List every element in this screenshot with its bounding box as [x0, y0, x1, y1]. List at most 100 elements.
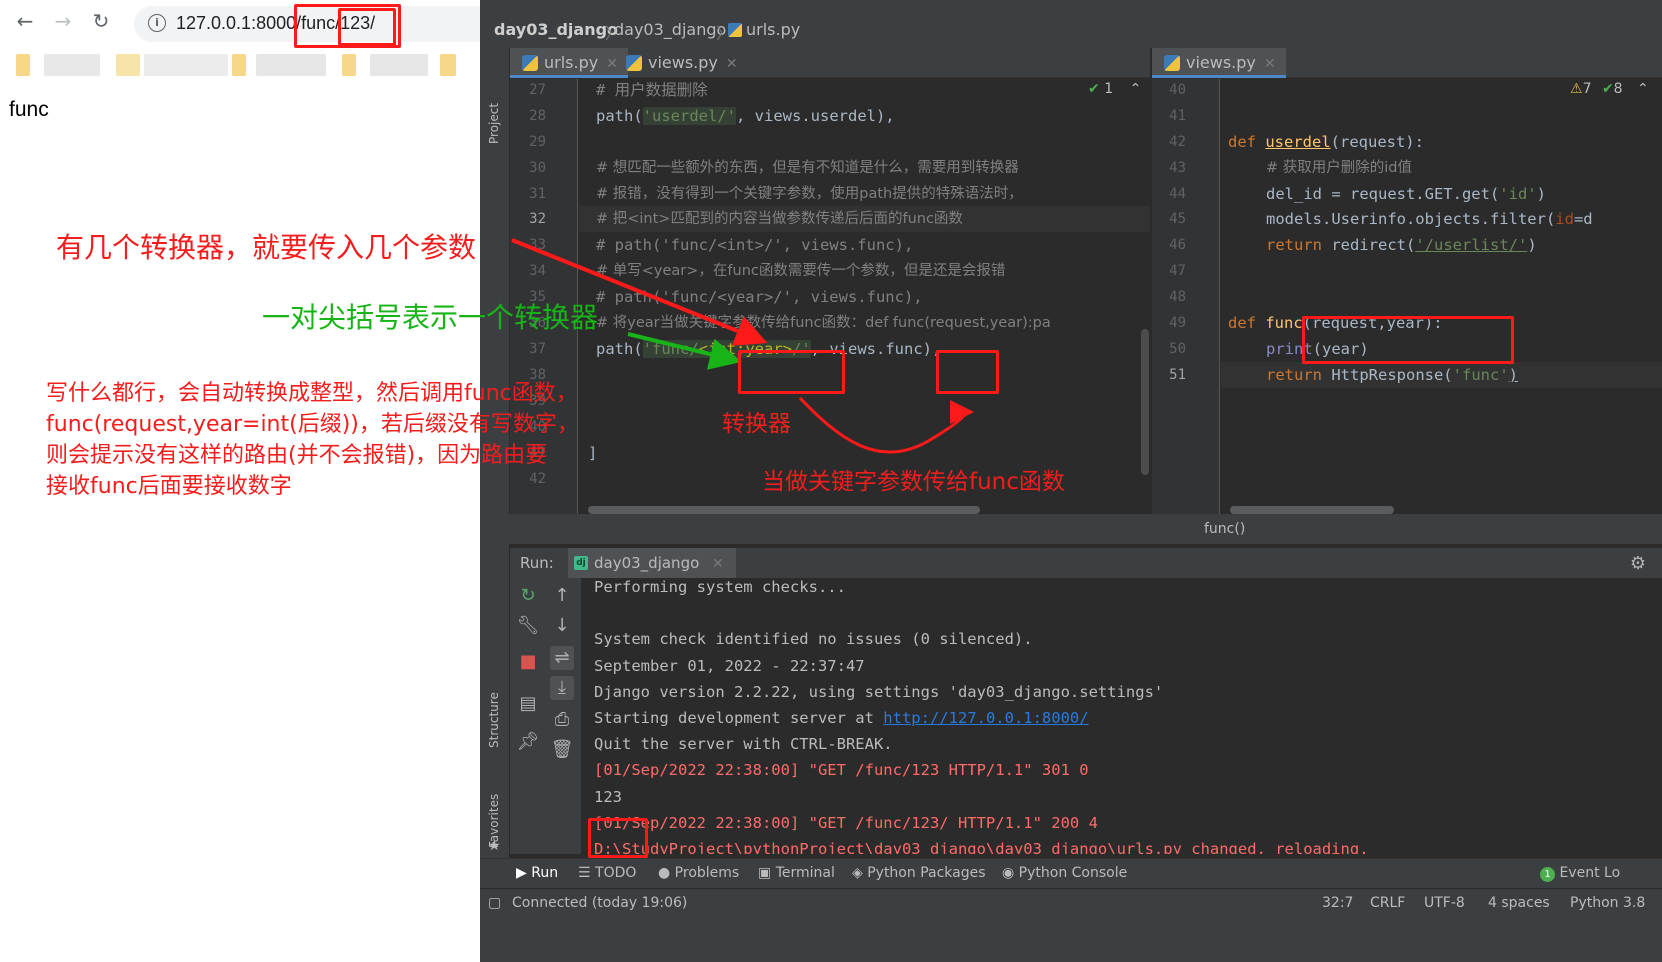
ok-count: 8 — [1613, 81, 1623, 97]
tool-python-packages[interactable]: ◈ Python Packages — [852, 865, 986, 881]
chevron-up-icon[interactable]: ⌃ — [1130, 81, 1142, 97]
code-line-34: # 单写<year>，在func函数需要传一个参数，但是还是会报错 — [596, 263, 1006, 279]
bookmark-item[interactable] — [370, 54, 428, 76]
horizontal-scrollbar[interactable] — [1230, 506, 1394, 514]
tab-urls-py[interactable]: urls.py ✕ — [510, 48, 628, 78]
code-line-32: # 把<int>匹配到的内容当做参数传递后后面的func函数 — [596, 211, 963, 227]
back-arrow-icon[interactable]: ← — [14, 10, 36, 32]
play-icon: ▶ — [516, 865, 532, 881]
gear-icon[interactable]: ⚙ — [1630, 553, 1646, 574]
reload-icon[interactable]: ↻ — [90, 10, 112, 32]
console-line: 123 — [594, 787, 622, 806]
caret-position[interactable]: 32:7 — [1322, 895, 1353, 911]
rerun-icon[interactable]: ↻ — [516, 584, 540, 608]
console-line: System check identified no issues (0 sil… — [594, 630, 1033, 649]
pin-icon[interactable]: 📌︎ — [516, 730, 540, 754]
code-line-28: path('userdel/', views.userdel), — [596, 103, 895, 129]
django-icon: dj — [574, 556, 588, 570]
annotation-angle-brackets: 一对尖括号表示一个转换器 — [262, 301, 599, 334]
forward-arrow-icon[interactable]: → — [52, 10, 74, 32]
bookmark-favicon[interactable] — [440, 54, 456, 76]
bookmark-favicon[interactable] — [16, 54, 30, 76]
chevron-up-icon[interactable]: ⌃ — [1637, 81, 1649, 97]
tab-views-py-right[interactable]: views.py ✕ — [1152, 48, 1286, 78]
bookmark-favicon[interactable] — [116, 54, 140, 76]
problems-icon: ● — [658, 865, 675, 881]
bookmark-favicon[interactable] — [342, 54, 356, 76]
print-icon[interactable]: ⎙ — [550, 708, 574, 732]
code-token-keyword: def — [1228, 314, 1266, 332]
tab-label: urls.py — [544, 53, 599, 72]
breadcrumb-package[interactable]: day03_django — [614, 20, 726, 39]
file-encoding[interactable]: UTF-8 — [1424, 895, 1465, 911]
run-console[interactable]: Performing system checks... System check … — [582, 578, 1662, 854]
bookmark-item[interactable] — [44, 54, 100, 76]
tool-label: Run — [531, 865, 559, 881]
annotation-explanation-line: 接收func后面要接收数字 — [46, 474, 292, 499]
close-icon[interactable]: ✕ — [726, 56, 738, 72]
warning-icon: ⚠ — [1570, 81, 1583, 97]
soft-wrap-icon[interactable]: ⇌ — [550, 646, 574, 670]
highlight-box-func-def — [1302, 316, 1514, 364]
tab-views-py[interactable]: views.py ✕ — [614, 48, 748, 78]
indent-setting[interactable]: 4 spaces — [1488, 895, 1550, 911]
code-line-31: # 报错，没有得到一个关键字参数，使用path提供的特殊语法时， — [596, 186, 1023, 202]
tool-problems[interactable]: ● Problems — [658, 865, 739, 881]
close-icon[interactable]: ✕ — [1264, 56, 1276, 72]
breadcrumb-file[interactable]: urls.py — [746, 20, 800, 39]
right-code-editor[interactable]: 40 41 42 43 44 45 46 47 48 49 50 51 ⚠7 ✔… — [1152, 79, 1662, 514]
code-token-string: 'func' — [1452, 366, 1509, 384]
layout-icon[interactable]: ▤ — [516, 692, 540, 716]
horizontal-scrollbar[interactable] — [588, 506, 980, 514]
inspection-widget[interactable]: ⚠7 ✔8 ⌃ — [1570, 81, 1649, 97]
browser-toolbar: ← → ↻ i 127.0.0.1:8000/func/123/ — [0, 0, 480, 46]
trash-icon[interactable]: 🗑︎ — [550, 738, 574, 762]
left-editor-tabs: urls.py ✕ views.py ✕ — [510, 48, 1150, 78]
tool-event-log[interactable]: 1 Event Lo — [1540, 865, 1620, 882]
tool-terminal[interactable]: ▣ Terminal — [758, 865, 835, 881]
tool-python-console[interactable]: ◉ Python Console — [1002, 865, 1127, 881]
arrow-up-icon[interactable]: ↑ — [550, 584, 574, 608]
console-line: [01/Sep/2022 22:38:00] "GET /func/123/ H… — [594, 813, 1098, 832]
run-config-tab[interactable]: dj day03_django ✕ — [568, 548, 736, 578]
server-url-link[interactable]: http://127.0.0.1:8000/ — [883, 709, 1088, 727]
run-panel-header: Run: dj day03_django ✕ ⚙ — [510, 548, 1662, 578]
tool-label: Python Console — [1018, 865, 1128, 881]
structure-tool-label[interactable]: Structure — [487, 692, 501, 748]
site-info-icon[interactable]: i — [148, 14, 166, 32]
star-icon[interactable]: ★ — [488, 838, 501, 854]
project-tool-label[interactable]: Project — [487, 103, 501, 144]
wrench-icon[interactable]: 🔧︎ — [516, 614, 540, 638]
line-number: 44 — [1169, 186, 1186, 202]
scroll-to-end-icon[interactable]: ⤓ — [550, 676, 574, 700]
list-icon: ☰ — [578, 865, 596, 881]
bookmark-favicon[interactable] — [232, 54, 246, 76]
breadcrumb-project[interactable]: day03_django — [494, 20, 618, 39]
bookmark-item[interactable] — [144, 54, 228, 76]
code-line-51: return HttpResponse('func') — [1266, 362, 1518, 388]
line-number: 43 — [1169, 160, 1186, 176]
arrow-down-icon[interactable]: ↓ — [550, 614, 574, 638]
code-token-keyword: return — [1266, 236, 1332, 254]
run-tab-label: day03_django — [594, 554, 700, 572]
bookmarks-bar — [0, 48, 480, 82]
line-number: 41 — [1169, 108, 1186, 124]
code-token: redirect( — [1331, 236, 1416, 254]
console-line: D:\StudyProject\pythonProject\day03_djan… — [594, 840, 1369, 854]
python-file-icon — [626, 55, 642, 71]
left-code-editor[interactable]: 27 28 29 30 31 32 33 34 35 36 37 38 39 4… — [510, 79, 1150, 514]
line-number-current: 32 — [529, 211, 546, 227]
code-token: ) — [1508, 366, 1518, 384]
inspection-widget[interactable]: ✔ 1 ⌃ ⌄ — [1088, 81, 1150, 97]
python-interpreter[interactable]: Python 3.8 — [1570, 895, 1645, 911]
bookmark-item[interactable] — [256, 54, 326, 76]
tool-todo[interactable]: ☰ TODO — [578, 865, 636, 881]
line-number: 30 — [529, 160, 546, 176]
stop-icon[interactable]: ■ — [516, 650, 540, 674]
annotation-converters-params: 有几个转换器，就要传入几个参数 — [56, 231, 477, 264]
vertical-scrollbar[interactable] — [1141, 329, 1149, 475]
check-icon: ✔ — [1601, 81, 1614, 97]
close-icon[interactable]: ✕ — [712, 556, 724, 572]
line-separator[interactable]: CRLF — [1370, 895, 1405, 911]
tool-run[interactable]: ▶ Run — [516, 865, 558, 881]
